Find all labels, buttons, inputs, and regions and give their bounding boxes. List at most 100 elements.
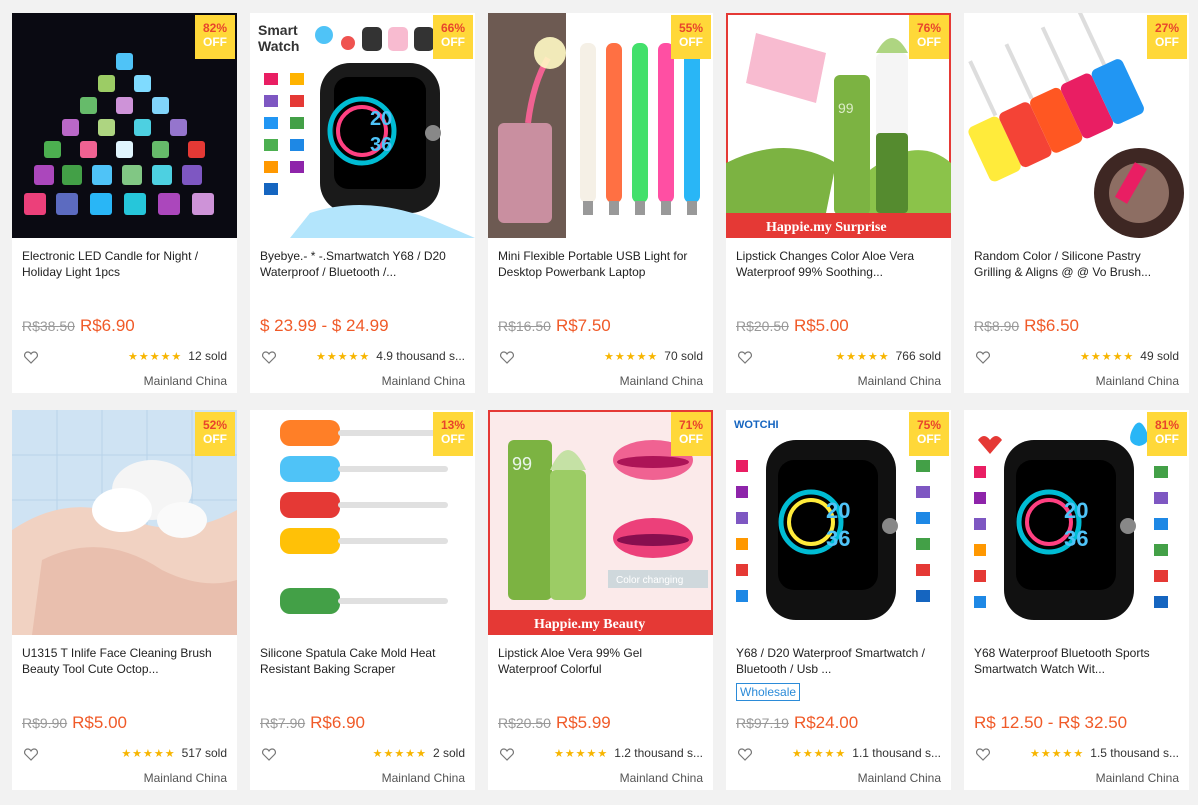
svg-text:Watch: Watch: [258, 38, 299, 54]
svg-text:Smart: Smart: [258, 22, 298, 38]
discount-badge: 76% OFF: [909, 15, 949, 59]
rating-sold: ★★★★★ 70 sold: [604, 349, 703, 363]
origin-location: Mainland China: [381, 771, 465, 785]
product-title[interactable]: Lipstick Aloe Vera 99% Gel Waterproof Co…: [498, 645, 703, 679]
star-rating-icon: ★★★★★: [127, 351, 183, 363]
original-price: R$16.50: [498, 318, 551, 334]
origin-location: Mainland China: [619, 771, 703, 785]
sale-price: R$ 12.50 - R$ 32.50: [974, 713, 1128, 732]
product-title[interactable]: Mini Flexible Portable USB Light for Des…: [498, 248, 703, 282]
sold-count: 2 sold: [432, 746, 465, 760]
meta-row: ★★★★★ 1.5 thousand s...: [974, 746, 1179, 764]
heart-icon[interactable]: [262, 351, 276, 364]
product-image[interactable]: 99 Color changing Happie.my Beauty 71% OF…: [488, 410, 713, 635]
meta-row: ★★★★★ 1.1 thousand s...: [736, 746, 941, 764]
product-card[interactable]: Smart Watch 20 36 66% OFF Byebye.- * -.Sm…: [250, 13, 475, 393]
svg-text:20: 20: [370, 108, 392, 130]
heart-icon[interactable]: [976, 351, 990, 364]
sold-count: 766 sold: [895, 349, 941, 363]
star-rating-icon: ★★★★★: [603, 351, 659, 363]
sold-count: 1.5 thousand s...: [1090, 746, 1179, 760]
product-title[interactable]: Random Color / Silicone Pastry Grilling …: [974, 248, 1179, 282]
origin-location: Mainland China: [857, 374, 941, 388]
heart-icon[interactable]: [24, 748, 38, 761]
heart-icon[interactable]: [262, 748, 276, 761]
product-title[interactable]: Lipstick Changes Color Aloe Vera Waterpr…: [736, 248, 941, 282]
discount-badge: 13% OFF: [433, 412, 473, 456]
heart-icon[interactable]: [976, 748, 990, 761]
discount-badge: 81% OFF: [1147, 412, 1187, 456]
origin-location: Mainland China: [143, 374, 227, 388]
sale-price: R$6.90: [79, 316, 135, 335]
rating-sold: ★★★★★ 2 sold: [373, 746, 465, 760]
heart-icon[interactable]: [500, 748, 514, 761]
product-card[interactable]: 52% OFF U1315 T Inlife Face Cleaning Brus…: [12, 410, 237, 790]
sold-count: 1.1 thousand s...: [852, 746, 941, 760]
product-image[interactable]: WOTCHI 20 36 75% OFF: [726, 410, 951, 635]
meta-row: ★★★★★ 70 sold: [498, 349, 703, 367]
origin-location: Mainland China: [857, 771, 941, 785]
rating-sold: ★★★★★ 1.1 thousand s...: [792, 746, 941, 760]
product-title[interactable]: Byebye.- * -.Smartwatch Y68 / D20 Waterp…: [260, 248, 465, 282]
product-image[interactable]: 52% OFF: [12, 410, 237, 635]
product-card[interactable]: 27% OFF Random Color / Silicone Pastry Gr…: [964, 13, 1189, 393]
rating-sold: ★★★★★ 766 sold: [835, 349, 941, 363]
heart-icon[interactable]: [500, 351, 514, 364]
price: R$8.90 R$6.50: [974, 316, 1079, 336]
heart-icon[interactable]: [738, 351, 752, 364]
original-price: R$9.90: [22, 715, 68, 731]
meta-row: ★★★★★ 517 sold: [22, 746, 227, 764]
star-rating-icon: ★★★★★: [1079, 351, 1135, 363]
product-image[interactable]: 13% OFF: [250, 410, 475, 635]
sold-count: 517 sold: [181, 746, 227, 760]
product-image[interactable]: 20 36 81% OFF: [964, 410, 1189, 635]
product-title[interactable]: Silicone Spatula Cake Mold Heat Resistan…: [260, 645, 465, 679]
discount-badge: 27% OFF: [1147, 15, 1187, 59]
product-image[interactable]: 55% OFF: [488, 13, 713, 238]
product-card[interactable]: 82% OFF Electronic LED Candle for Night /…: [12, 13, 237, 393]
product-card[interactable]: 13% OFF Silicone Spatula Cake Mold Heat R…: [250, 410, 475, 790]
sale-price: R$5.00: [793, 316, 849, 335]
sale-price: R$6.50: [1024, 316, 1079, 335]
rating-sold: ★★★★★ 517 sold: [121, 746, 227, 760]
product-title[interactable]: Y68 Waterproof Bluetooth Sports Smartwat…: [974, 645, 1179, 679]
meta-row: ★★★★★ 12 sold: [22, 349, 227, 367]
svg-text:20: 20: [826, 498, 850, 523]
svg-text:36: 36: [370, 134, 392, 156]
product-card[interactable]: 99 Color changing Happie.my Beauty 71% OF…: [488, 410, 713, 790]
product-title[interactable]: U1315 T Inlife Face Cleaning Brush Beaut…: [22, 645, 227, 679]
product-title[interactable]: Y68 / D20 Waterproof Smartwatch / Blueto…: [736, 645, 941, 679]
discount-badge: 52% OFF: [195, 412, 235, 456]
product-image[interactable]: Smart Watch 20 36 66% OFF: [250, 13, 475, 238]
heart-icon[interactable]: [24, 351, 38, 364]
rating-sold: ★★★★★ 1.2 thousand s...: [554, 746, 703, 760]
svg-text:WOTCHI: WOTCHI: [734, 419, 779, 431]
heart-icon[interactable]: [738, 748, 752, 761]
origin-location: Mainland China: [381, 374, 465, 388]
product-card[interactable]: 99 Happie.my Surprise 76% OFF Lipstick Ch…: [726, 13, 951, 393]
meta-row: ★★★★★ 1.2 thousand s...: [498, 746, 703, 764]
original-price: R$38.50: [22, 318, 75, 334]
original-price: R$8.90: [974, 318, 1020, 334]
rating-sold: ★★★★★ 1.5 thousand s...: [1030, 746, 1179, 760]
star-rating-icon: ★★★★★: [791, 748, 847, 760]
discount-badge: 75% OFF: [909, 412, 949, 456]
star-rating-icon: ★★★★★: [1029, 748, 1085, 760]
rating-sold: ★★★★★ 49 sold: [1080, 349, 1179, 363]
meta-row: ★★★★★ 2 sold: [260, 746, 465, 764]
product-title[interactable]: Electronic LED Candle for Night / Holida…: [22, 248, 227, 282]
svg-text:99: 99: [512, 454, 532, 474]
price: R$38.50 R$6.90: [22, 316, 135, 336]
meta-row: ★★★★★ 4.9 thousand s...: [260, 349, 465, 367]
price: R$20.50 R$5.99: [498, 713, 611, 733]
product-card[interactable]: 55% OFF Mini Flexible Portable USB Light …: [488, 13, 713, 393]
origin-location: Mainland China: [143, 771, 227, 785]
origin-location: Mainland China: [1095, 771, 1179, 785]
product-image[interactable]: 27% OFF: [964, 13, 1189, 238]
product-card[interactable]: 20 36 81% OFF Y68 Waterproof Bluetooth Sp…: [964, 410, 1189, 790]
svg-text:Happie.my Surprise: Happie.my Surprise: [766, 220, 887, 235]
product-image[interactable]: 82% OFF: [12, 13, 237, 238]
product-card[interactable]: WOTCHI 20 36 75% OFF Y68 / D20 Waterproof…: [726, 410, 951, 790]
product-image[interactable]: 99 Happie.my Surprise 76% OFF: [726, 13, 951, 238]
price: R$9.90 R$5.00: [22, 713, 127, 733]
